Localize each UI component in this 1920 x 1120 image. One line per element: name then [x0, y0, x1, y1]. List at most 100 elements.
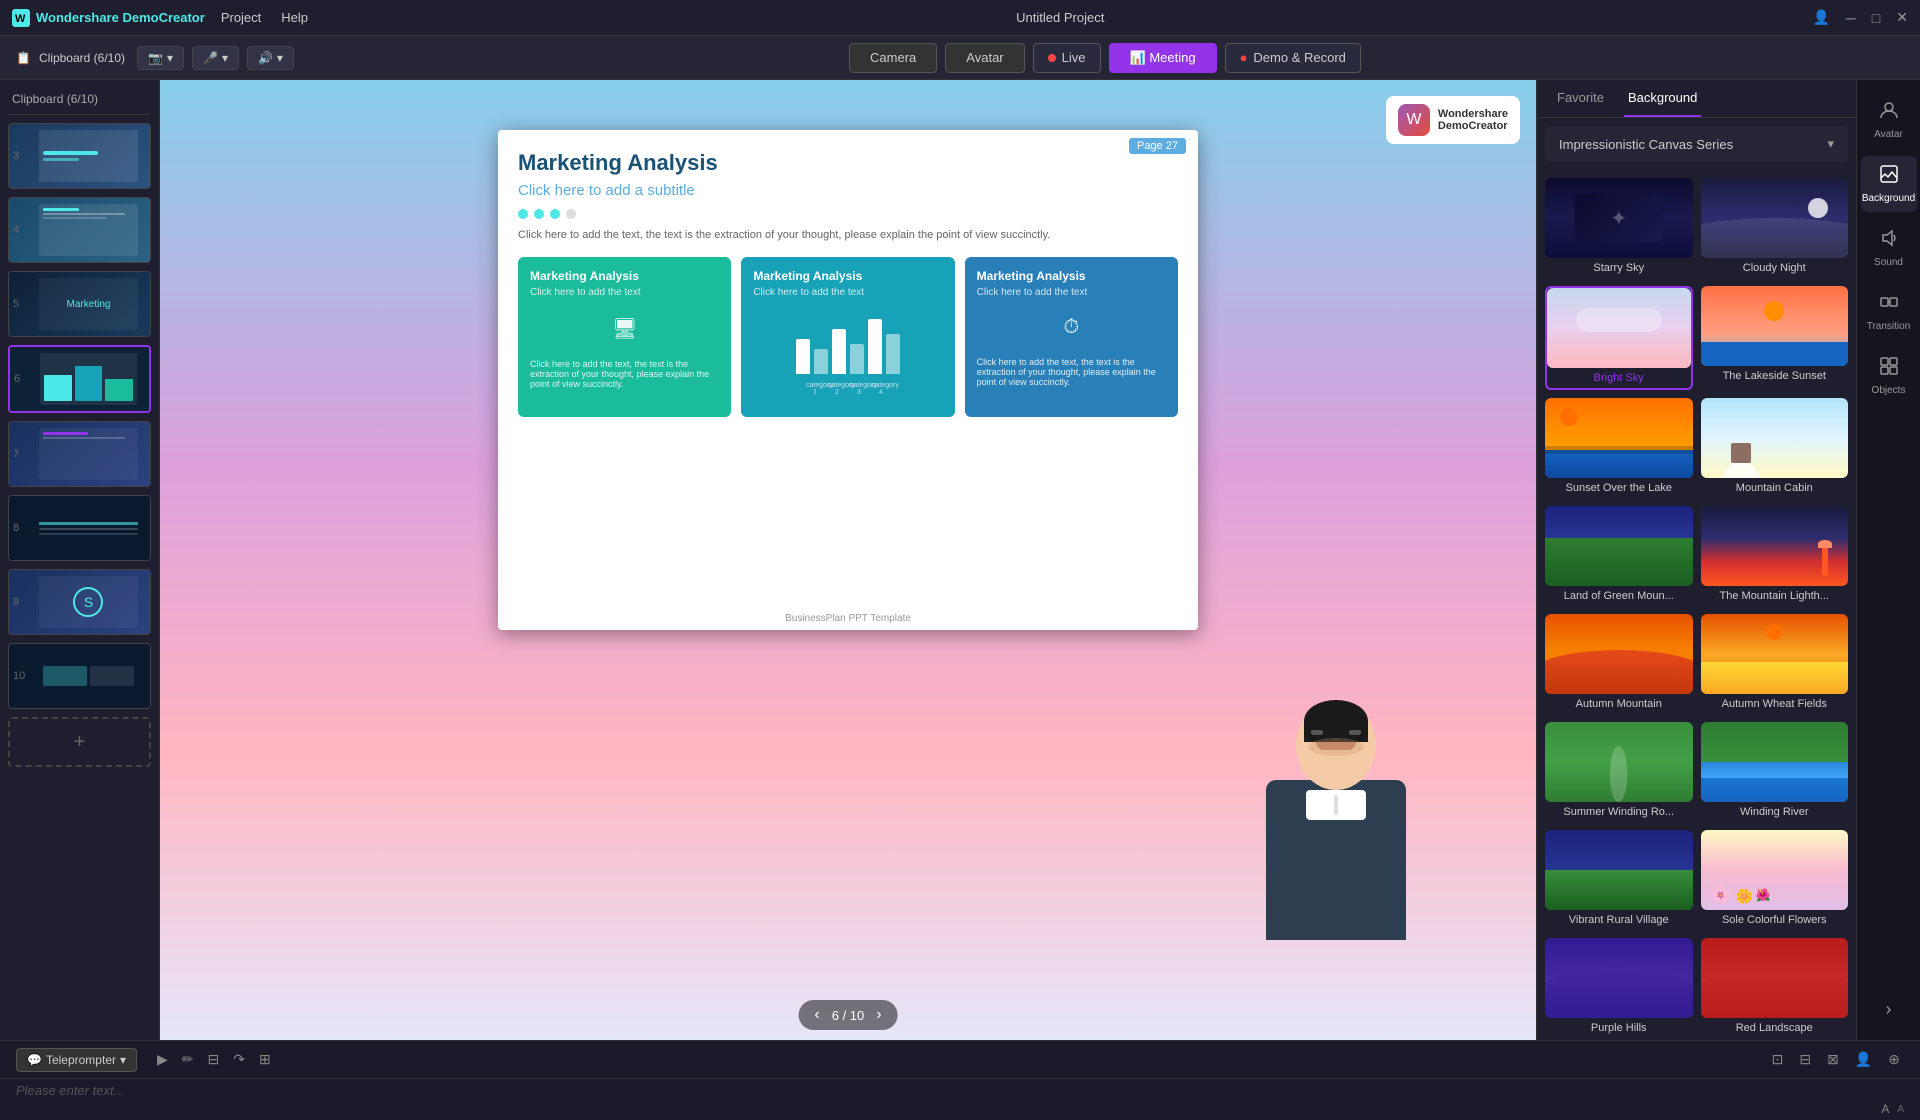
bar-label-1: category 1	[806, 382, 824, 396]
menu-project[interactable]: Project	[221, 10, 261, 25]
transition-icon	[1879, 292, 1899, 317]
card-1-icon: 🖥	[530, 316, 719, 341]
bg-label-sole-colorful: Sole Colorful Flowers	[1701, 914, 1849, 930]
dot-1	[518, 209, 528, 219]
bg-item-autumn-mountain[interactable]: Autumn Mountain	[1545, 614, 1693, 714]
series-selector[interactable]: Impressionistic Canvas Series ▾	[1545, 126, 1848, 162]
background-label: Background	[1862, 193, 1915, 204]
fullscreen-btn[interactable]: ⊠	[1823, 1047, 1843, 1072]
mic-settings-btn[interactable]: 🎤 ▾	[192, 46, 239, 70]
camera-settings-btn[interactable]: 📷 ▾	[137, 46, 184, 70]
bg-item-sole-colorful[interactable]: 🌸 🌼 🌺 Sole Colorful Flowers	[1701, 830, 1849, 930]
live-dot	[1048, 54, 1056, 62]
bg-item-sunset-lake[interactable]: Sunset Over the Lake	[1545, 398, 1693, 498]
bg-item-vibrant-rural[interactable]: Vibrant Rural Village	[1545, 830, 1693, 930]
menu-help[interactable]: Help	[281, 10, 308, 25]
maximize-button[interactable]: □	[1872, 10, 1880, 26]
bg-item-winding-river[interactable]: Winding River	[1701, 722, 1849, 822]
bar-label-4: category 4	[872, 382, 890, 396]
bg-thumb-autumn-wheat	[1701, 614, 1849, 694]
pip-btn[interactable]: ⊟	[1795, 1047, 1815, 1072]
slide-thumb-5[interactable]: 5 Marketing	[8, 271, 151, 337]
layout-btn[interactable]: ⊟	[204, 1047, 224, 1072]
next-slide-btn[interactable]: ›	[876, 1006, 881, 1024]
person-btn[interactable]: 👤	[1851, 1047, 1876, 1072]
slide-thumb-4[interactable]: 4	[8, 197, 151, 263]
screen-layout-btn[interactable]: ⊡	[1768, 1047, 1788, 1072]
avatar-body	[1266, 780, 1406, 940]
meeting-btn[interactable]: 📊 Meeting	[1109, 43, 1217, 73]
background-icon	[1879, 164, 1899, 189]
sidebar-item-background[interactable]: Background	[1861, 156, 1917, 212]
objects-label: Objects	[1872, 385, 1906, 396]
card-3-icon: ⏱	[977, 316, 1166, 339]
bg-thumb-extra2	[1701, 938, 1849, 1018]
bg-item-mountain-cabin[interactable]: Mountain Cabin	[1701, 398, 1849, 498]
bar-5	[868, 319, 882, 374]
font-size-up-btn[interactable]: A	[1881, 1102, 1889, 1116]
camera-mode-btn[interactable]: Camera	[849, 43, 937, 73]
bg-item-cloudy-night[interactable]: Cloudy Night	[1701, 178, 1849, 278]
clipboard-icon: 📋	[16, 51, 31, 65]
bg-label-sunset-lake: Sunset Over the Lake	[1545, 482, 1693, 498]
share-btn[interactable]: ⊕	[1884, 1047, 1904, 1072]
bg-thumb-summer-winding	[1545, 722, 1693, 802]
bg-item-extra2[interactable]: Red Landscape	[1701, 938, 1849, 1038]
draw-btn[interactable]: ✏	[178, 1047, 198, 1072]
teleprompter-tools: ▶ ✏ ⊟ ↷ ⊞	[153, 1047, 275, 1072]
slide-frame: Page 27 Marketing Analysis Click here to…	[498, 130, 1198, 630]
sidebar-item-objects[interactable]: Objects	[1861, 348, 1917, 404]
mic-icon: 🎤	[203, 51, 218, 65]
window-controls: 👤 ─ □ ✕	[1812, 9, 1908, 26]
slide-navigation: ‹ 6 / 10 ›	[798, 1000, 897, 1030]
bg-label-lakeside-sunset: The Lakeside Sunset	[1701, 370, 1849, 386]
tab-favorite[interactable]: Favorite	[1553, 80, 1608, 117]
forward-btn[interactable]: ↷	[229, 1047, 249, 1072]
bg-item-autumn-wheat[interactable]: Autumn Wheat Fields	[1701, 614, 1849, 714]
speaker-settings-btn[interactable]: 🔊 ▾	[247, 46, 294, 70]
add-slide-button[interactable]: +	[8, 717, 151, 767]
bg-thumb-lakeside-sunset	[1701, 286, 1849, 366]
live-btn[interactable]: Live	[1033, 43, 1101, 73]
bg-label-vibrant-rural: Vibrant Rural Village	[1545, 914, 1693, 930]
font-size-down-btn[interactable]: A	[1897, 1104, 1904, 1115]
speaker-icon: 🔊	[258, 51, 273, 65]
slide-thumb-3[interactable]: 3	[8, 123, 151, 189]
slide-thumb-10[interactable]: 10	[8, 643, 151, 709]
slide-thumb-6[interactable]: 6	[8, 345, 151, 413]
user-icon[interactable]: 👤	[1812, 9, 1829, 26]
bg-item-lakeside-sunset[interactable]: The Lakeside Sunset	[1701, 286, 1849, 390]
sidebar-item-sound[interactable]: Sound	[1861, 220, 1917, 276]
tab-background[interactable]: Background	[1624, 80, 1701, 117]
top-toolbar: 📋 Clipboard (6/10) 📷 ▾ 🎤 ▾ 🔊 ▾ Camera Av…	[0, 36, 1920, 80]
sidebar-item-avatar[interactable]: Avatar	[1861, 92, 1917, 148]
bg-item-extra1[interactable]: Purple Hills	[1545, 938, 1693, 1038]
bar-4	[850, 344, 864, 374]
bg-item-summer-winding[interactable]: Summer Winding Ro...	[1545, 722, 1693, 822]
prev-slide-btn[interactable]: ‹	[814, 1006, 819, 1024]
card-1-desc: Click here to add the text, the text is …	[530, 359, 719, 389]
bg-item-starry-sky[interactable]: ✦ Starry Sky	[1545, 178, 1693, 278]
demo-btn[interactable]: ● Demo & Record	[1225, 43, 1361, 73]
slide-num-5: 5	[13, 298, 19, 310]
teleprompter-text-area[interactable]: Please enter text...	[0, 1079, 1920, 1102]
teleprompter-button[interactable]: 💬 Teleprompter ▾	[16, 1048, 137, 1072]
slide-card-2: Marketing Analysis Click here to add the…	[741, 257, 954, 417]
slide-thumb-8[interactable]: 8	[8, 495, 151, 561]
play-btn[interactable]: ▶	[153, 1047, 172, 1072]
minimize-button[interactable]: ─	[1846, 10, 1856, 26]
bg-item-land-green[interactable]: Land of Green Moun...	[1545, 506, 1693, 606]
card-3-desc: Click here to add the text, the text is …	[977, 357, 1166, 387]
close-button[interactable]: ✕	[1896, 9, 1908, 26]
slide-thumb-7[interactable]: 7	[8, 421, 151, 487]
slide-thumb-9[interactable]: 9 S	[8, 569, 151, 635]
bg-item-mountain-light[interactable]: The Mountain Lighth...	[1701, 506, 1849, 606]
bg-item-bright-sky[interactable]: Bright Sky	[1545, 286, 1693, 390]
avatar-head	[1296, 700, 1376, 790]
series-dropdown-icon: ▾	[1827, 136, 1834, 152]
bg-thumb-vibrant-rural	[1545, 830, 1693, 910]
avatar-mode-btn[interactable]: Avatar	[945, 43, 1024, 73]
sidebar-item-transition[interactable]: Transition	[1861, 284, 1917, 340]
sidebar-expand-btn[interactable]: ›	[1861, 991, 1917, 1028]
copy-btn[interactable]: ⊞	[255, 1047, 275, 1072]
